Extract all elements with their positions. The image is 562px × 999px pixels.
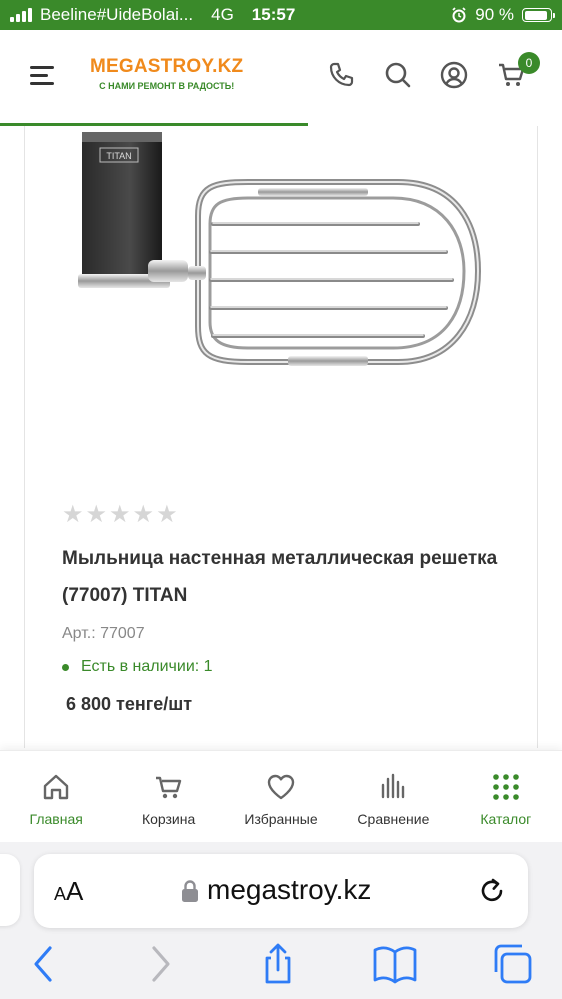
brand-label: TITAN xyxy=(106,151,131,161)
share-icon[interactable] xyxy=(258,942,298,986)
nav-catalog-label: Каталог xyxy=(480,811,532,827)
account-icon[interactable] xyxy=(439,60,469,90)
previous-tab-preview[interactable] xyxy=(0,854,20,926)
forward-icon[interactable] xyxy=(140,942,180,986)
text-size-button[interactable]: AA xyxy=(54,876,83,907)
heart-icon xyxy=(267,774,295,800)
stock-text: Есть в наличии: 1 xyxy=(81,658,213,675)
address-bar[interactable]: AA megastroy.kz xyxy=(34,854,528,928)
grid-icon xyxy=(493,774,519,800)
star-icon[interactable]: ★ xyxy=(156,503,178,527)
home-icon xyxy=(44,774,69,800)
nav-home[interactable]: Главная xyxy=(0,751,112,842)
star-icon[interactable]: ★ xyxy=(62,503,84,527)
nav-compare-label: Сравнение xyxy=(357,811,430,827)
bookmarks-icon[interactable] xyxy=(372,942,418,986)
product-price: 6 800 тенге/шт xyxy=(66,694,193,714)
nav-favorites-label: Избранные xyxy=(244,811,318,827)
alarm-icon xyxy=(452,7,466,23)
back-icon[interactable] xyxy=(24,942,64,986)
star-icon[interactable]: ★ xyxy=(133,503,155,527)
site-logo[interactable]: MEGASTROY.KZ С НАМИ РЕМОНТ В РАДОСТЬ! xyxy=(90,56,243,91)
logo-name: MEGASTROY.KZ xyxy=(90,56,244,77)
compare-icon xyxy=(382,773,405,799)
nav-home-label: Главная xyxy=(29,811,83,827)
search-icon[interactable] xyxy=(383,60,413,90)
signal-icon xyxy=(10,8,32,22)
url-text[interactable]: megastroy.kz xyxy=(207,874,371,906)
star-icon[interactable]: ★ xyxy=(86,503,108,527)
nav-catalog[interactable]: Каталог xyxy=(450,751,562,842)
site-header: MEGASTROY.KZ С НАМИ РЕМОНТ В РАДОСТЬ! 0 xyxy=(0,30,562,126)
product-title: Мыльница настенная металлическая решетка… xyxy=(62,548,498,606)
cart-count-badge: 0 xyxy=(518,52,540,74)
nav-cart-label: Корзина xyxy=(141,811,196,827)
menu-icon[interactable] xyxy=(30,66,54,90)
nav-compare[interactable]: Сравнение xyxy=(337,751,449,842)
product-sku: Арт.: 77007 xyxy=(62,625,145,642)
browser-toolbar xyxy=(0,942,562,986)
cart-icon xyxy=(155,776,181,799)
rating-stars[interactable]: ★ ★ ★ ★ ★ xyxy=(62,503,178,527)
logo-tagline: С НАМИ РЕМОНТ В РАДОСТЬ! xyxy=(99,81,235,91)
stock-status: Есть в наличии: 1 xyxy=(62,658,213,676)
network-type: 4G xyxy=(211,5,234,24)
reload-icon[interactable] xyxy=(476,874,508,906)
lock-icon xyxy=(182,880,198,902)
carrier-name: Beeline#UideBolai... xyxy=(40,5,194,24)
battery-percent: 90 % xyxy=(475,5,514,24)
product-image[interactable]: TITAN xyxy=(48,126,514,486)
stock-dot-icon xyxy=(62,663,69,671)
tabs-icon[interactable] xyxy=(490,942,534,986)
browser-chrome: AA megastroy.kz xyxy=(0,842,562,999)
nav-cart[interactable]: Корзина xyxy=(112,751,224,842)
bottom-navigation: Главная Корзина Избранные Сравнение Ката… xyxy=(0,750,562,842)
phone-icon[interactable] xyxy=(326,60,356,90)
star-icon[interactable]: ★ xyxy=(109,503,131,527)
battery-icon xyxy=(522,8,555,22)
clock: 15:57 xyxy=(251,5,296,24)
status-bar: Beeline#UideBolai... 4G 15:57 90 % xyxy=(0,0,562,30)
nav-favorites[interactable]: Избранные xyxy=(225,751,337,842)
